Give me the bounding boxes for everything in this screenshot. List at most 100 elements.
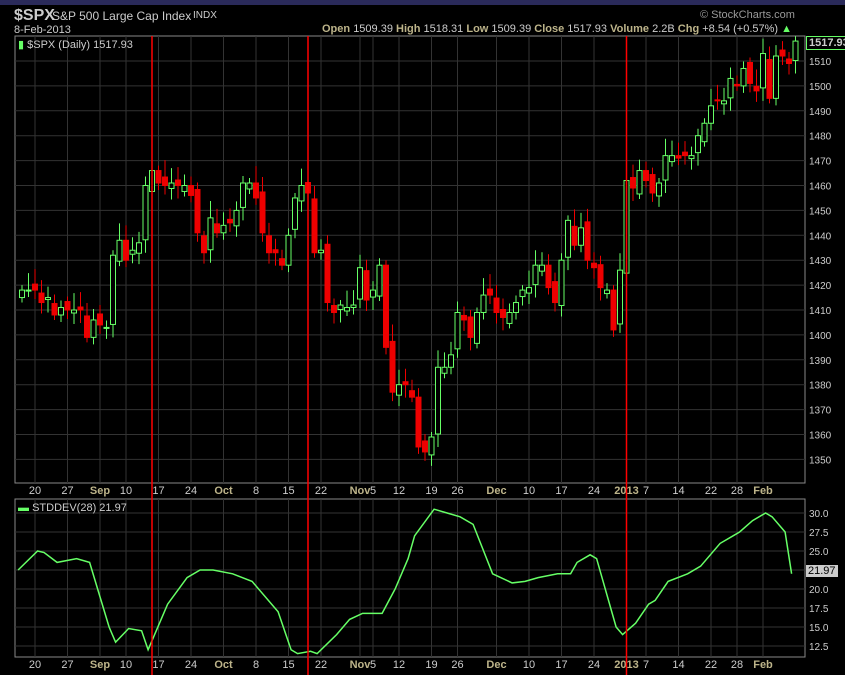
candle-up bbox=[792, 40, 799, 62]
candle-down bbox=[493, 297, 500, 313]
candle-down bbox=[194, 188, 201, 234]
price-panel bbox=[14, 35, 806, 484]
candle-up bbox=[292, 197, 298, 230]
candle-up bbox=[727, 77, 734, 99]
candle-up bbox=[207, 217, 214, 251]
candle-up bbox=[662, 155, 669, 181]
candle-up bbox=[318, 249, 324, 254]
candle-down bbox=[227, 218, 233, 224]
candle-down bbox=[649, 174, 656, 194]
candle-up bbox=[233, 209, 240, 227]
candle-up bbox=[376, 264, 383, 297]
candle-up bbox=[688, 155, 695, 160]
x-tick-label: 10 bbox=[120, 659, 132, 671]
candle-down bbox=[747, 61, 753, 84]
candle-down bbox=[188, 185, 194, 196]
candle-up bbox=[396, 384, 402, 396]
x-tick-label: Dec bbox=[486, 485, 506, 497]
candle-up bbox=[181, 185, 188, 192]
price-legend: ▮ $SPX (Daily) 1517.93 bbox=[18, 38, 133, 51]
x-tick-label: 7 bbox=[643, 659, 649, 671]
x-tick-label: 19 bbox=[425, 659, 437, 671]
stddev-line bbox=[17, 508, 793, 655]
candle-down bbox=[786, 58, 792, 64]
candle-up bbox=[110, 254, 116, 325]
stddev-tick-label: 25.0 bbox=[809, 547, 829, 558]
candle-up bbox=[45, 297, 51, 301]
x-tick-label: 10 bbox=[523, 485, 535, 497]
candle-down bbox=[214, 223, 220, 234]
candle-up bbox=[116, 239, 123, 262]
candle-down bbox=[402, 381, 409, 386]
candle-down bbox=[324, 243, 331, 304]
x-tick-label: 22 bbox=[705, 659, 717, 671]
candle-down bbox=[610, 289, 617, 331]
candle-up bbox=[142, 185, 149, 241]
x-tick-label: 14 bbox=[672, 659, 684, 671]
x-tick-label: 24 bbox=[588, 659, 600, 671]
candle-down bbox=[266, 235, 272, 254]
candle-down bbox=[383, 264, 389, 348]
x-tick-label: 24 bbox=[185, 659, 197, 671]
candle-up bbox=[350, 304, 357, 309]
stddev-tick-label: 15.0 bbox=[809, 623, 829, 634]
x-tick-label: Feb bbox=[753, 485, 773, 497]
candle-up bbox=[71, 309, 77, 314]
candle-down bbox=[675, 155, 682, 159]
candle-up bbox=[474, 311, 480, 344]
candle-down bbox=[331, 305, 337, 313]
candle-up bbox=[428, 436, 435, 456]
candle-up bbox=[721, 100, 727, 105]
price-legend-text: $SPX (Daily) 1517.93 bbox=[27, 39, 133, 51]
stddev-last-tag: 21.97 bbox=[806, 565, 838, 577]
candle-down bbox=[734, 83, 740, 87]
candle-up bbox=[454, 311, 461, 350]
candle-down bbox=[32, 283, 38, 291]
candle-down bbox=[766, 59, 773, 99]
candle-down bbox=[97, 313, 103, 326]
candle-down bbox=[51, 303, 58, 316]
y-tick-label: 1430 bbox=[809, 256, 832, 267]
candle-down bbox=[77, 306, 84, 311]
stddev-tick-label: 12.5 bbox=[809, 642, 829, 653]
candle-down bbox=[779, 49, 786, 57]
x-tick-label: 10 bbox=[120, 485, 132, 497]
candle-up bbox=[519, 289, 526, 298]
candle-down bbox=[259, 191, 266, 234]
y-tick-label: 1460 bbox=[809, 182, 832, 193]
candle-up bbox=[298, 185, 305, 202]
candle-up bbox=[25, 289, 32, 292]
stddev-tick-label: 17.5 bbox=[809, 604, 829, 615]
candle-down bbox=[409, 390, 415, 398]
candle-down bbox=[279, 258, 285, 266]
x-tick-label: 15 bbox=[282, 659, 294, 671]
candle-up bbox=[669, 155, 675, 163]
candle-down bbox=[272, 249, 279, 254]
x-tick-label: 27 bbox=[61, 485, 73, 497]
candle-down bbox=[389, 340, 396, 393]
x-tick-label: Feb bbox=[753, 659, 773, 671]
candle-up bbox=[539, 264, 545, 272]
candle-up bbox=[558, 259, 565, 307]
candle-up bbox=[565, 219, 571, 258]
x-tick-label: 20 bbox=[29, 659, 41, 671]
candle-down bbox=[571, 225, 578, 246]
x-tick-label: 28 bbox=[731, 659, 743, 671]
candle-up bbox=[344, 307, 350, 312]
candle-up bbox=[617, 269, 623, 325]
x-tick-label: 27 bbox=[61, 659, 73, 671]
candle-up bbox=[441, 366, 448, 374]
x-tick-label: 22 bbox=[705, 485, 717, 497]
stddev-legend: ▬ STDDEV(28) 21.97 bbox=[18, 502, 127, 514]
candle-down bbox=[487, 288, 493, 296]
x-tick-label: Oct bbox=[214, 659, 233, 671]
x-tick-label: Sep bbox=[90, 485, 110, 497]
x-tick-label: 14 bbox=[672, 485, 684, 497]
candle-up bbox=[578, 227, 584, 246]
x-tick-label: 22 bbox=[315, 659, 327, 671]
candle-down bbox=[552, 281, 558, 304]
x-tick-label: Oct bbox=[214, 485, 233, 497]
stddev-tick-label: 20.0 bbox=[809, 585, 829, 596]
x-tick-label: 15 bbox=[282, 485, 294, 497]
candle-down bbox=[415, 396, 422, 448]
